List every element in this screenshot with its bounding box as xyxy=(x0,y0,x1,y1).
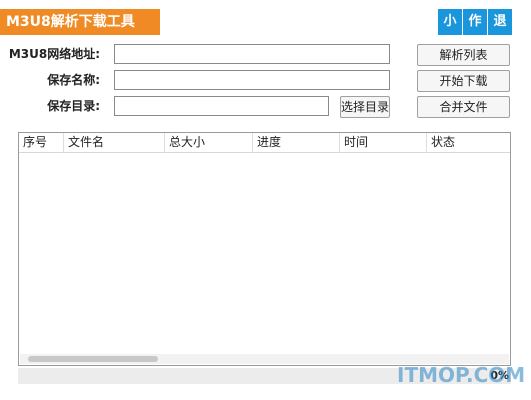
file-list-table[interactable]: 序号 文件名 总大小 进度 时间 状态 xyxy=(18,132,511,366)
column-header-status[interactable]: 状态 xyxy=(427,133,510,153)
url-label: M3U8网络地址: xyxy=(8,47,100,61)
table-header: 序号 文件名 总大小 进度 时间 状态 xyxy=(19,133,510,153)
column-header-size[interactable]: 总大小 xyxy=(165,133,253,153)
save-name-input[interactable] xyxy=(114,70,390,90)
save-dir-label: 保存目录: xyxy=(47,99,100,113)
about-button[interactable]: 作 xyxy=(463,9,487,35)
watermark: ITMOP.COM xyxy=(397,363,526,387)
column-header-filename[interactable]: 文件名 xyxy=(64,133,165,153)
column-header-progress[interactable]: 进度 xyxy=(253,133,340,153)
column-header-index[interactable]: 序号 xyxy=(19,133,64,153)
merge-files-button[interactable]: 合并文件 xyxy=(417,96,510,118)
parse-list-button[interactable]: 解析列表 xyxy=(417,44,510,66)
minimize-button[interactable]: 小 xyxy=(438,9,462,35)
column-header-time[interactable]: 时间 xyxy=(340,133,427,153)
start-download-button[interactable]: 开始下载 xyxy=(417,70,510,92)
save-name-label: 保存名称: xyxy=(47,73,100,87)
exit-button[interactable]: 退 xyxy=(488,9,512,35)
url-input[interactable] xyxy=(114,44,390,64)
app-title: M3U8解析下载工具 xyxy=(0,9,160,35)
scrollbar-thumb[interactable] xyxy=(28,356,158,362)
choose-dir-button[interactable]: 选择目录 xyxy=(340,96,390,118)
save-dir-input[interactable] xyxy=(114,96,329,116)
